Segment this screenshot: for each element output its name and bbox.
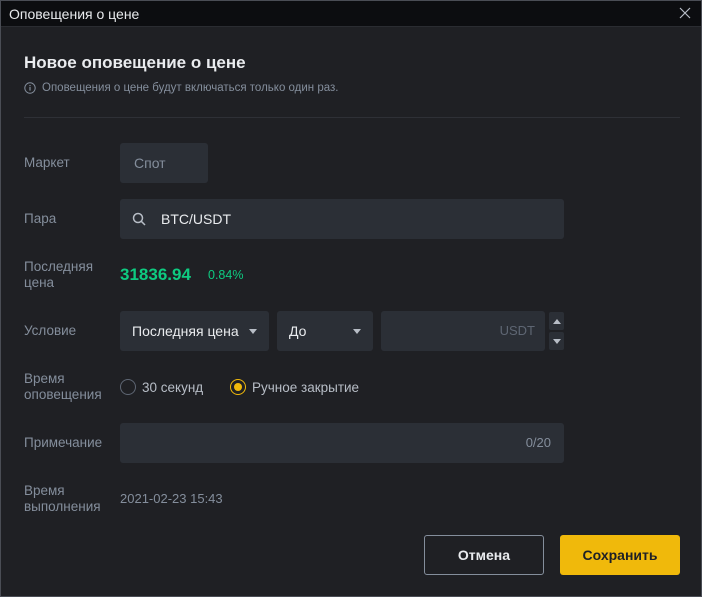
pair-label: Пара <box>24 211 57 226</box>
price-alert-window: Оповещения о цене Новое оповещение о цен… <box>0 0 702 597</box>
radio-30-seconds[interactable]: 30 секунд <box>120 377 203 397</box>
window-title: Оповещения о цене <box>9 6 140 22</box>
price-input[interactable]: USDT <box>381 311 545 351</box>
dialog-content: Новое оповещение о цене Оповещения о цен… <box>1 27 701 596</box>
last-price-label: Последняя цена <box>24 259 94 290</box>
pair-value: BTC/USDT <box>161 211 231 227</box>
radio-circle <box>120 379 136 395</box>
info-note: Оповещения о цене будут включаться тольк… <box>24 81 338 95</box>
caret-up-icon <box>552 318 561 324</box>
chevron-down-icon <box>353 328 361 334</box>
price-stepper <box>549 312 564 350</box>
stepper-up-button[interactable] <box>549 312 564 330</box>
last-price-value: 31836.94 <box>120 265 191 284</box>
titlebar: Оповещения о цене <box>1 1 701 27</box>
exec-time-label: Время выполнения <box>24 483 101 514</box>
alert-time-label: Время оповещения <box>24 371 102 402</box>
radio-30-seconds-label: 30 секунд <box>142 379 204 395</box>
radio-circle-selected <box>230 379 246 395</box>
condition-direction-value: До <box>289 323 307 339</box>
info-text: Оповещения о цене будут включаться тольк… <box>42 82 339 94</box>
note-input[interactable]: 0/20 <box>120 423 564 463</box>
stepper-down-button[interactable] <box>549 332 564 350</box>
exec-time-value: 2021-02-23 15:43 <box>120 491 223 506</box>
note-label: Примечание <box>24 435 103 450</box>
close-icon[interactable] <box>677 5 693 21</box>
market-label: Маркет <box>24 155 70 170</box>
save-button[interactable]: Сохранить <box>560 535 680 575</box>
dialog-heading: Новое оповещение о цене <box>24 53 246 72</box>
cancel-button[interactable]: Отмена <box>424 535 544 575</box>
divider <box>24 117 680 118</box>
chevron-down-icon <box>249 328 257 334</box>
pair-search-input[interactable]: BTC/USDT <box>120 199 564 239</box>
condition-label: Условие <box>24 323 77 338</box>
radio-manual-close-label: Ручное закрытие <box>252 379 360 395</box>
caret-down-icon <box>552 338 561 344</box>
condition-type-select[interactable]: Последняя цена <box>120 311 269 351</box>
market-select[interactable]: Спот <box>120 143 208 183</box>
condition-direction-select[interactable]: До <box>277 311 373 351</box>
search-icon <box>132 212 146 226</box>
condition-type-value: Последняя цена <box>132 323 239 339</box>
info-icon <box>24 82 36 94</box>
price-change: 0.84% <box>208 268 244 282</box>
radio-manual-close[interactable]: Ручное закрытие <box>230 377 359 397</box>
